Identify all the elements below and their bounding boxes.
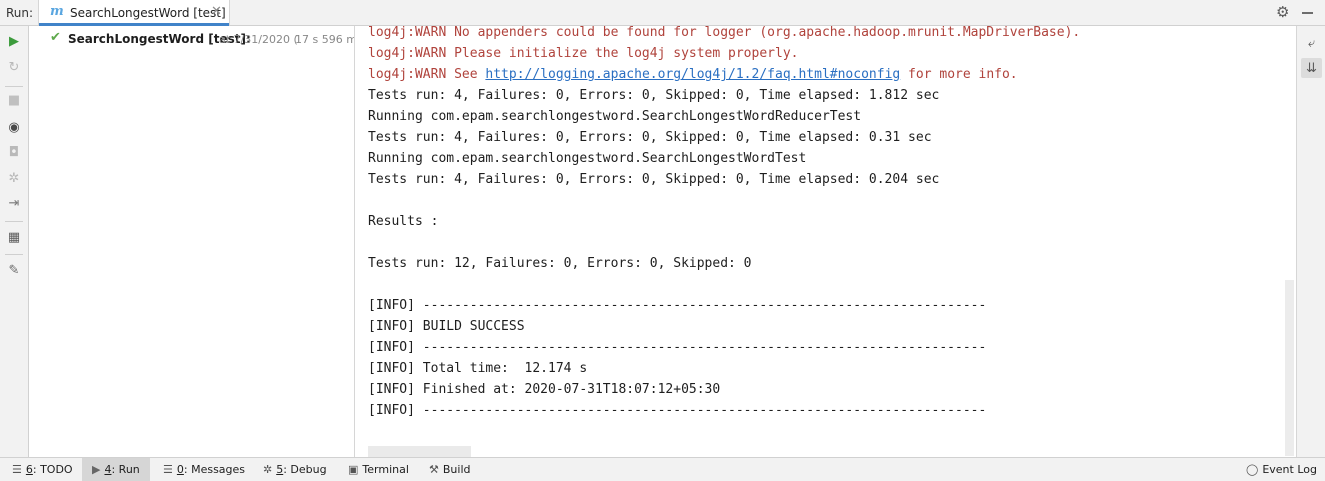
pin-icon[interactable]: ✎: [5, 261, 23, 279]
run-shortcut: 4: [104, 463, 112, 476]
messages-shortcut: 0: [176, 463, 184, 476]
tree-item-duration: 17 s 596 ms: [295, 33, 354, 46]
console-text: log4j:WARN See: [368, 67, 486, 82]
terminal-label: Terminal: [362, 463, 409, 476]
console-output[interactable]: log4j:WARN No appenders could be found f…: [356, 26, 1296, 457]
toolbar-divider: [5, 86, 23, 87]
vertical-scrollbar[interactable]: [1285, 280, 1294, 456]
console-link[interactable]: http://logging.apache.org/log4j/1.2/faq.…: [485, 67, 900, 82]
debug-button[interactable]: ✲ 5: Debug: [263, 458, 327, 481]
tab-searchlongestword-test[interactable]: m SearchLongestWord [test] ✕: [38, 0, 230, 26]
console-line: [INFO] ---------------------------------…: [368, 403, 987, 418]
tool-window-bar: ☰ 6: TODO ▶ 4: Run ☰ 0: Messages ✲ 5: De…: [0, 457, 1325, 481]
console-line: [INFO] ---------------------------------…: [368, 340, 987, 355]
maven-icon: m: [50, 4, 64, 19]
console-line: [INFO] Finished at: 2020-07-31T18:07:12+…: [368, 382, 721, 397]
todo-label: : TODO: [32, 463, 73, 476]
console-line: Tests run: 12, Failures: 0, Errors: 0, S…: [368, 256, 752, 271]
run-toolbar: ▶ ↻ ■ ◉ ◘ ✲ ⇥ ▦ ✎: [0, 26, 29, 457]
toolbar-divider: [5, 254, 23, 255]
export-icon[interactable]: ⇥: [5, 194, 23, 212]
console-line: [INFO] BUILD SUCCESS: [368, 319, 525, 334]
stop-icon[interactable]: ■: [5, 91, 23, 109]
run-tool-window-header: Run: m SearchLongestWord [test] ✕ ⚙: [0, 0, 1325, 26]
event-log-label: Event Log: [1262, 463, 1317, 476]
run-label: Run:: [6, 6, 34, 20]
console-line: log4j:WARN See http://logging.apache.org…: [368, 64, 1018, 85]
speech-bubble-icon: ◯: [1246, 463, 1259, 476]
messages-label: : Messages: [183, 463, 246, 476]
todo-button[interactable]: ☰ 6: TODO: [12, 458, 73, 481]
tree-item-date: at 7/31/2020 (: [219, 33, 298, 46]
console-line: log4j:WARN No appenders could be found f…: [368, 26, 1081, 40]
console-line: Running com.epam.searchlongestword.Searc…: [368, 151, 807, 166]
layout-icon[interactable]: ▦: [5, 228, 23, 246]
debug-label: : Debug: [283, 463, 327, 476]
terminal-button[interactable]: ▣ Terminal: [348, 458, 409, 481]
console-line: Tests run: 4, Failures: 0, Errors: 0, Sk…: [368, 172, 940, 187]
soft-wrap-icon[interactable]: ⤶: [1301, 33, 1322, 53]
run-button[interactable]: ▶ 4: Run: [82, 458, 150, 481]
gear-icon[interactable]: ⚙: [1276, 3, 1289, 21]
hammer-icon: ⚒: [429, 463, 439, 476]
console-line: [INFO] ---------------------------------…: [368, 298, 987, 313]
eye-icon[interactable]: ◉: [5, 118, 23, 136]
console-text: for more info.: [900, 67, 1018, 82]
horizontal-scrollbar[interactable]: [368, 446, 471, 457]
console-line: Tests run: 4, Failures: 0, Errors: 0, Sk…: [368, 88, 940, 103]
tab-title: SearchLongestWord [test]: [70, 6, 226, 20]
bug-icon: ✲: [263, 463, 273, 476]
console-side-toolbar: ⤶ ⇊: [1296, 26, 1325, 457]
close-icon[interactable]: ✕: [211, 4, 222, 19]
messages-icon: ☰: [163, 463, 173, 476]
debug-shortcut: 5: [276, 463, 284, 476]
console-line: [INFO] Total time: 12.174 s: [368, 361, 588, 376]
todo-shortcut: 6: [25, 463, 33, 476]
build-button[interactable]: ⚒ Build: [429, 458, 471, 481]
camera-icon[interactable]: ◘: [5, 143, 23, 161]
run-label: : Run: [111, 463, 140, 476]
console-line: Running com.epam.searchlongestword.Searc…: [368, 109, 862, 124]
build-label: Build: [442, 463, 471, 476]
play-icon: ▶: [92, 463, 101, 476]
checkmark-icon: ✔: [50, 30, 61, 45]
console-line: Results :: [368, 214, 439, 229]
rerun-failed-icon[interactable]: ↻: [5, 58, 23, 76]
terminal-icon: ▣: [348, 463, 359, 476]
console-line: Tests run: 4, Failures: 0, Errors: 0, Sk…: [368, 130, 932, 145]
list-icon: ☰: [12, 463, 22, 476]
toolbar-divider: [5, 221, 23, 222]
console-line: log4j:WARN Please initialize the log4j s…: [368, 46, 799, 61]
scroll-to-end-icon[interactable]: ⇊: [1301, 58, 1322, 78]
minimize-icon[interactable]: [1302, 12, 1313, 14]
debug-bug-icon[interactable]: ✲: [5, 169, 23, 187]
event-log-button[interactable]: ◯ Event Log: [1246, 458, 1317, 481]
rerun-icon[interactable]: ▶: [5, 32, 23, 50]
test-tree: ✔ SearchLongestWord [test]: at 7/31/2020…: [29, 26, 355, 457]
messages-button[interactable]: ☰ 0: Messages: [163, 458, 245, 481]
